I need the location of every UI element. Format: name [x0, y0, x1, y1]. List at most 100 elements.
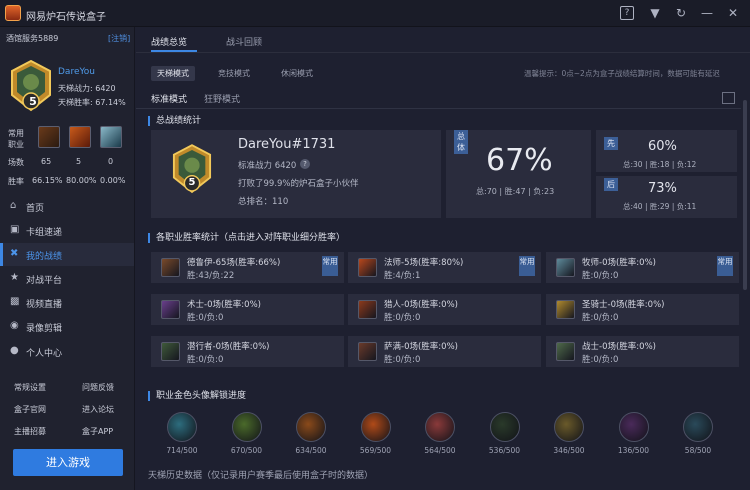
gold-progress: 714/500 [166, 446, 198, 455]
rank-level: 5 [188, 177, 196, 188]
scrollbar[interactable] [743, 100, 747, 290]
class-gold-avatar[interactable] [231, 412, 262, 442]
class-card[interactable]: 术士-0场(胜率:0%) 胜:0/负:0 [151, 294, 344, 325]
first-detail: 总:30 | 胜:18 | 负:12 [623, 160, 697, 169]
first-winrate: 60% [648, 139, 677, 154]
class-card[interactable]: 猎人-0场(胜率:0%) 胜:0/负:0 [348, 294, 541, 325]
mode-ladder[interactable]: 天梯模式 [151, 66, 195, 81]
official-site-link[interactable]: 盒子官网 [14, 404, 46, 415]
class-card[interactable]: 圣骑士-0场(胜率:0%) 胜:0/负:0 [546, 294, 739, 325]
feedback-link[interactable]: 问题反馈 [82, 382, 114, 393]
minimize-icon[interactable]: — [700, 6, 714, 20]
user-icon: ● [10, 345, 19, 356]
nav-live[interactable]: ▩ 视频直播 [0, 291, 134, 314]
nav-decks[interactable]: ▣ 卡组速递 [0, 219, 134, 242]
mode-arena[interactable]: 竞技模式 [212, 66, 256, 81]
class-gold-avatar[interactable] [425, 412, 455, 442]
divider [136, 108, 741, 109]
mode-casual[interactable]: 休闲模式 [275, 66, 319, 81]
nav-home[interactable]: ⌂ 首页 [0, 195, 134, 218]
mage-icon[interactable] [69, 126, 91, 148]
app-logo-icon [5, 5, 21, 21]
class-record: 胜:0/负:0 [582, 313, 619, 323]
class-card[interactable]: 潜行者-0场(胜率:0%) 胜:0/负:0 [151, 336, 344, 367]
deck-icon: ▣ [10, 224, 20, 235]
second-detail: 总:40 | 胜:29 | 负:11 [623, 202, 697, 211]
nav-battle-platform[interactable]: ★ 对战平台 [0, 267, 134, 290]
trophy-icon: ★ [10, 272, 19, 283]
common-class-tag: 常用 [322, 256, 338, 276]
share-icon[interactable] [722, 92, 735, 104]
overall-tag: 总体 [454, 130, 468, 154]
class-gold-avatar[interactable] [360, 412, 391, 442]
tab-battle-review[interactable]: 战斗回顾 [226, 35, 262, 48]
first-tag: 先 [604, 137, 618, 150]
help-question-icon[interactable]: ? [300, 159, 310, 169]
summary-section-title: 总战绩统计 [148, 116, 201, 126]
server-label: 酒馆服务5889 [6, 34, 59, 43]
overall-detail: 总:70 | 胜:47 | 负:23 [476, 187, 555, 196]
subtab-standard[interactable]: 标准模式 [151, 92, 187, 105]
film-icon: ◉ [10, 320, 19, 331]
active-tab-indicator [151, 50, 197, 52]
standard-power: 标准战力 6420 [238, 161, 297, 171]
class-card[interactable]: 德鲁伊-65场(胜率:66%) 胜:43/负:22 常用 [151, 252, 344, 283]
refresh-icon[interactable]: ↻ [674, 6, 688, 20]
enter-game-button[interactable]: 进入游戏 [13, 449, 123, 476]
class-gold-avatar[interactable] [618, 412, 649, 442]
class-gold-avatar[interactable] [167, 412, 197, 442]
class-record: 胜:43/负:22 [187, 271, 235, 281]
hint-text: 温馨提示：0点~2点为盒子战绩结算时间，数据可能有延迟 [524, 69, 720, 78]
class-card[interactable]: 萨满-0场(胜率:0%) 胜:0/负:0 [348, 336, 541, 367]
class-gold-avatar[interactable] [296, 412, 326, 442]
ladder-power: 天梯战力: 6420 [58, 84, 116, 93]
swords-icon: ✖ [10, 248, 19, 259]
winrate-value: 0.00% [100, 176, 126, 185]
games-value: 0 [108, 157, 114, 166]
class-record: 胜:4/负:1 [384, 271, 421, 281]
winrate-value: 80.00% [66, 176, 97, 185]
class-name: 牧师-0场(胜率:0%) [582, 258, 656, 268]
title-bar [0, 0, 750, 27]
class-name: 潜行者-0场(胜率:0%) [187, 342, 270, 352]
nav-personal-center[interactable]: ● 个人中心 [0, 340, 134, 363]
logout-link[interactable]: [注销] [108, 33, 130, 44]
class-record: 胜:0/负:0 [582, 271, 619, 281]
streamer-recruit-link[interactable]: 主播招募 [14, 426, 46, 437]
class-name: 术士-0场(胜率:0%) [187, 300, 261, 310]
class-record: 胜:0/负:0 [384, 355, 421, 365]
nav-replay-editing[interactable]: ◉ 录像剪辑 [0, 315, 134, 338]
subtab-wild[interactable]: 狂野模式 [204, 92, 240, 105]
forum-link[interactable]: 进入论坛 [82, 404, 114, 415]
class-card[interactable]: 牧师-0场(胜率:0%) 胜:0/负:0 常用 [546, 252, 739, 283]
nav-my-record[interactable]: ✖ 我的战绩 [0, 243, 134, 266]
skin-icon[interactable]: ▼ [648, 6, 662, 20]
level-badge: 5 [29, 95, 37, 108]
general-settings-link[interactable]: 常规设置 [14, 382, 46, 393]
paladin-icon [556, 300, 575, 319]
winrate-value: 66.15% [32, 176, 63, 185]
class-winrate-title: 各职业胜率统计（点击进入对阵职业细分胜率） [148, 233, 345, 243]
class-gold-avatar[interactable] [489, 412, 520, 442]
class-gold-avatar[interactable] [554, 412, 584, 442]
help-icon[interactable]: ? [620, 6, 634, 20]
druid-icon[interactable] [38, 126, 60, 148]
gold-progress: 569/500 [359, 446, 392, 455]
games-label: 场数 [8, 158, 24, 167]
tab-record-overview[interactable]: 战绩总览 [151, 35, 187, 48]
priest-icon [556, 258, 575, 277]
history-data-link[interactable]: 天梯历史数据（仅记录用户赛季最后使用盒子时的数据） [148, 468, 373, 481]
class-name: 萨满-0场(胜率:0%) [384, 342, 458, 352]
games-value: 5 [76, 157, 82, 166]
class-gold-avatar[interactable] [683, 412, 713, 442]
class-card[interactable]: 法师-5场(胜率:80%) 胜:4/负:1 常用 [348, 252, 541, 283]
box-app-link[interactable]: 盒子APP [82, 426, 113, 437]
mage-icon [358, 258, 377, 277]
class-card[interactable]: 战士-0场(胜率:0%) 胜:0/负:0 [546, 336, 739, 367]
warrior-icon [556, 342, 575, 361]
username: DareYou [58, 67, 95, 77]
shaman-icon [358, 342, 377, 361]
priest-icon[interactable] [100, 126, 122, 148]
close-icon[interactable]: ✕ [726, 6, 740, 20]
common-class-label: 常用职业 [8, 129, 24, 149]
